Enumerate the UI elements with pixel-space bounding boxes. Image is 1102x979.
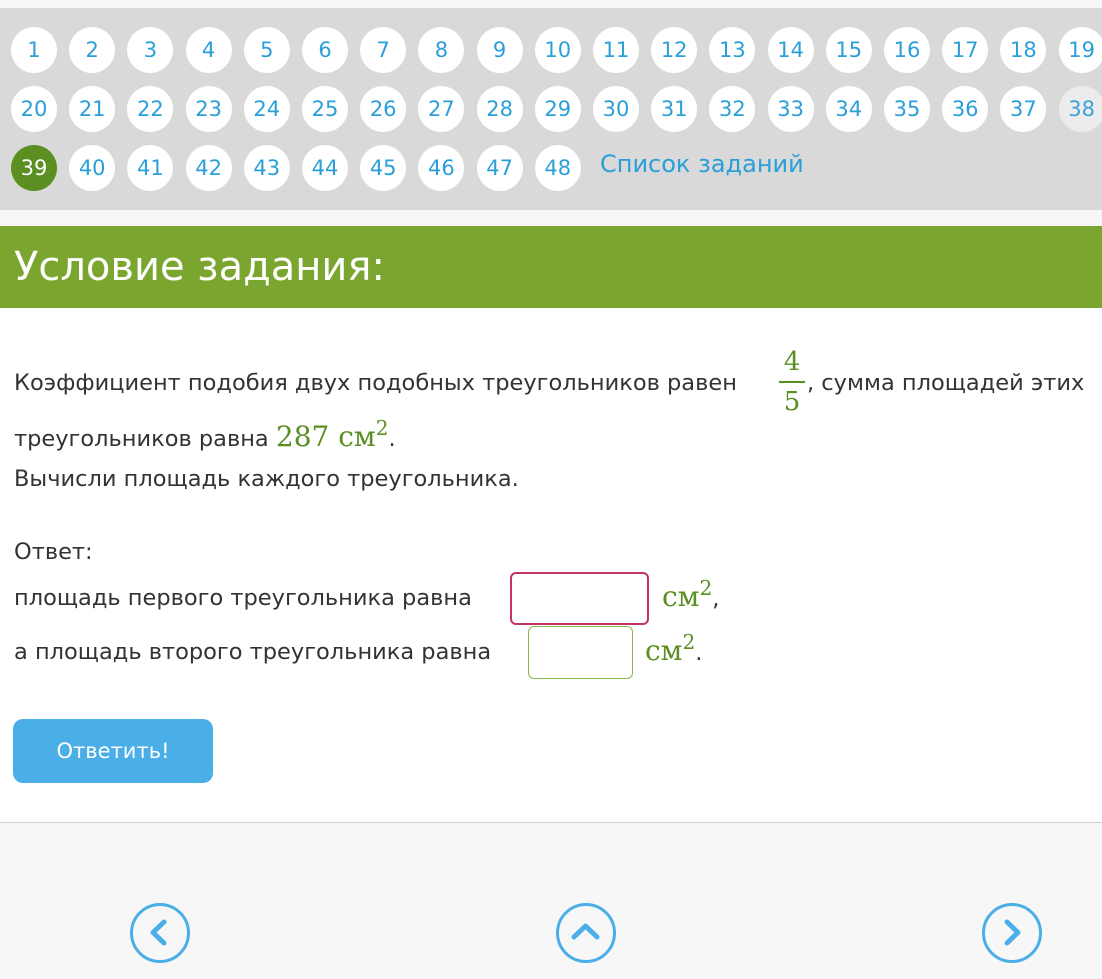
- task-number-2[interactable]: 2: [69, 27, 116, 73]
- task-content: Коэффициент подобия двух подобных треуго…: [0, 308, 1102, 822]
- chevron-up-icon: [571, 923, 600, 940]
- task-number-44[interactable]: 44: [302, 145, 348, 191]
- task-number-29[interactable]: 29: [534, 86, 581, 132]
- problem-line-1: Коэффициент подобия двух подобных треуго…: [14, 370, 737, 396]
- task-number-18[interactable]: 18: [1000, 27, 1047, 73]
- task-number-9[interactable]: 9: [476, 27, 523, 73]
- fraction-numerator: 4: [783, 347, 801, 377]
- answer-label: Ответ:: [14, 539, 93, 565]
- task-number-40[interactable]: 40: [69, 145, 116, 191]
- second-unit-math: см2: [645, 630, 695, 667]
- area-sum-value: 287 см2: [275, 416, 389, 453]
- problem-text-2: треугольников равна: [14, 426, 269, 452]
- task-number-34[interactable]: 34: [825, 86, 872, 132]
- task-number-36[interactable]: 36: [942, 86, 989, 132]
- first-unit-math: см2: [662, 576, 712, 613]
- task-number-27[interactable]: 27: [418, 86, 465, 132]
- second-unit-text: см: [645, 634, 683, 667]
- task-number-32[interactable]: 32: [709, 86, 756, 132]
- task-number-47[interactable]: 47: [476, 145, 523, 191]
- first-unit-text: см: [662, 580, 700, 613]
- task-number-16[interactable]: 16: [884, 27, 930, 73]
- task-navigation: 1 2 3 4 5 6 7 8 9 10 11 12 13 14 15 16 17 18 19 20 21 22 23 24 2…: [0, 8, 1102, 210]
- task-number-7[interactable]: 7: [360, 27, 407, 73]
- task-number-35[interactable]: 35: [884, 86, 930, 132]
- task-number-30[interactable]: 30: [593, 86, 639, 132]
- previous-task-button[interactable]: [130, 903, 190, 963]
- spacer: [0, 210, 1102, 226]
- problem-text-continue: , сумма площадей этих: [807, 370, 1085, 396]
- chevron-left-icon: [150, 919, 167, 946]
- line-2-period: .: [388, 426, 396, 452]
- task-number-4[interactable]: 4: [185, 27, 232, 73]
- second-unit-exponent: 2: [682, 629, 696, 654]
- area-sum-number: 287 см: [275, 420, 376, 453]
- second-area-label: а площадь второго треугольника равна: [14, 639, 492, 665]
- task-number-list: 1 2 3 4 5 6 7 8 9 10 11 12 13 14 15 16 17 18 19 20 21 22 23 24 2…: [0, 8, 1102, 210]
- task-number-13[interactable]: 13: [709, 27, 756, 73]
- task-number-8[interactable]: 8: [418, 27, 465, 73]
- problem-line-2: треугольников равна 287 см2.: [14, 416, 396, 453]
- task-number-14[interactable]: 14: [767, 27, 814, 73]
- task-number-24[interactable]: 24: [243, 86, 290, 132]
- task-number-19[interactable]: 19: [1058, 27, 1102, 73]
- task-number-45[interactable]: 45: [360, 145, 407, 191]
- task-number-12[interactable]: 12: [651, 27, 698, 73]
- scroll-top-button[interactable]: [556, 903, 616, 963]
- problem-line-1-end: , сумма площадей этих: [807, 370, 1084, 396]
- task-number-42[interactable]: 42: [185, 145, 232, 191]
- task-header: Условие задания:: [0, 226, 1102, 308]
- next-task-button[interactable]: [982, 903, 1042, 963]
- first-area-unit: см2,: [662, 576, 720, 613]
- task-number-31[interactable]: 31: [651, 86, 698, 132]
- ratio-fraction: 4 5: [779, 346, 805, 418]
- second-unit-period: .: [695, 640, 703, 666]
- task-number-17[interactable]: 17: [942, 27, 989, 73]
- chevron-right-icon: [1004, 919, 1021, 946]
- task-number-5[interactable]: 5: [243, 27, 290, 73]
- task-number-21[interactable]: 21: [69, 86, 116, 132]
- task-number-37[interactable]: 37: [1000, 86, 1047, 132]
- task-number-15[interactable]: 15: [825, 27, 872, 73]
- submit-answer-button[interactable]: Ответить!: [13, 719, 213, 783]
- task-number-22[interactable]: 22: [127, 86, 174, 132]
- task-number-38[interactable]: 38: [1058, 86, 1102, 132]
- task-number-46[interactable]: 46: [418, 145, 465, 191]
- area-sum-exponent: 2: [375, 415, 389, 440]
- task-number-39[interactable]: 39: [11, 145, 57, 191]
- footer-divider: [0, 822, 1102, 823]
- task-number-20[interactable]: 20: [11, 86, 57, 132]
- problem-text-start: Коэффициент подобия двух подобных треуго…: [14, 370, 737, 396]
- first-area-input[interactable]: [510, 572, 649, 625]
- top-strip: [0, 0, 1102, 8]
- second-area-input[interactable]: [528, 626, 633, 679]
- fraction-bar: [779, 381, 805, 383]
- task-number-6[interactable]: 6: [302, 27, 348, 73]
- task-number-26[interactable]: 26: [360, 86, 407, 132]
- task-number-41[interactable]: 41: [127, 145, 174, 191]
- first-area-label: площадь первого треугольника равна: [14, 585, 472, 611]
- task-number-3[interactable]: 3: [127, 27, 174, 73]
- second-area-unit: см2.: [645, 630, 703, 667]
- problem-question: Вычисли площадь каждого треугольника.: [14, 466, 519, 492]
- task-number-43[interactable]: 43: [243, 145, 290, 191]
- task-number-25[interactable]: 25: [302, 86, 348, 132]
- task-list-link[interactable]: Список заданий: [600, 150, 804, 178]
- task-number-33[interactable]: 33: [767, 86, 814, 132]
- first-unit-exponent: 2: [699, 575, 713, 600]
- task-number-1[interactable]: 1: [11, 27, 57, 73]
- page-title: Условие задания:: [14, 244, 385, 290]
- fraction-denominator: 5: [783, 386, 801, 417]
- task-number-11[interactable]: 11: [593, 27, 639, 73]
- task-number-23[interactable]: 23: [185, 86, 232, 132]
- task-number-48[interactable]: 48: [534, 145, 581, 191]
- task-number-28[interactable]: 28: [476, 86, 523, 132]
- task-number-10[interactable]: 10: [534, 27, 581, 73]
- first-unit-comma: ,: [712, 586, 720, 612]
